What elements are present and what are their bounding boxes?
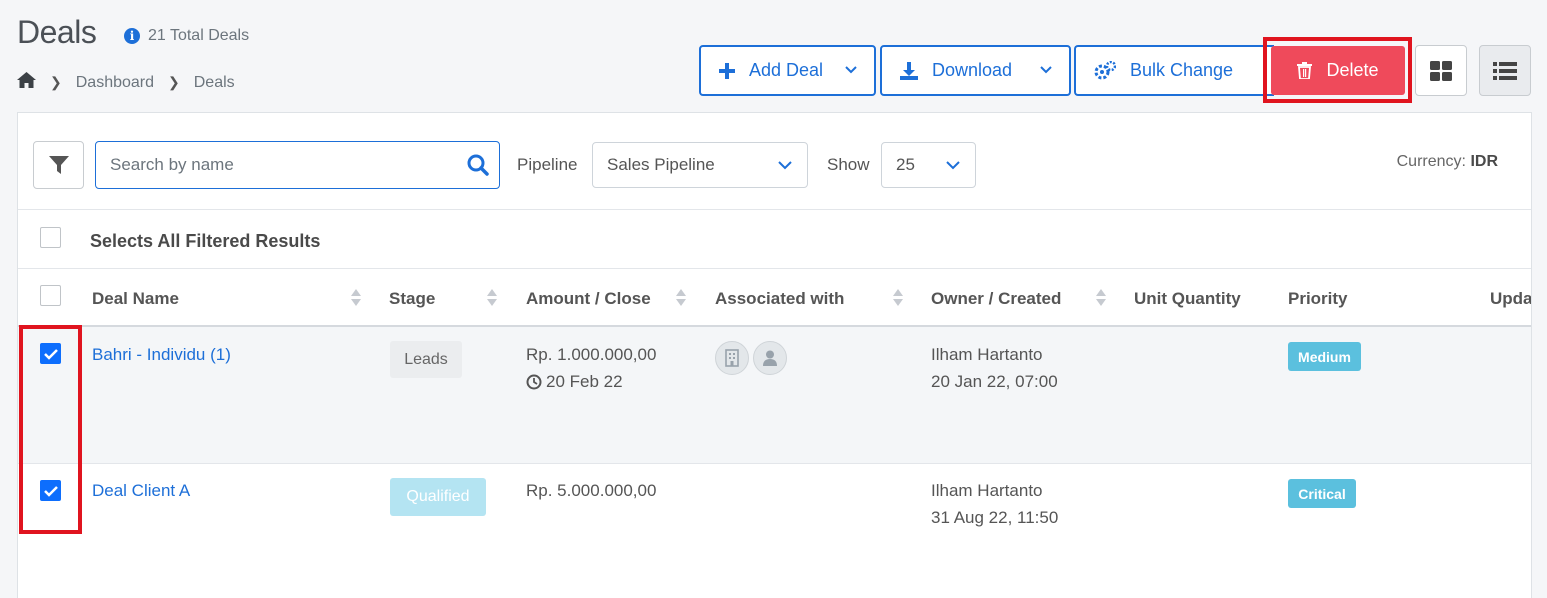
stage-badge: Leads	[390, 341, 462, 378]
deals-card: Pipeline Sales Pipeline Show 25 Currency…	[17, 112, 1532, 598]
divider	[18, 209, 1531, 210]
divider	[18, 268, 1531, 269]
owner-name: Ilham Hartanto	[931, 481, 1043, 500]
close-date: 20 Feb 22	[526, 372, 623, 392]
column-header-deal-name[interactable]: Deal Name	[92, 289, 179, 309]
plus-icon	[719, 62, 735, 79]
row-divider	[18, 463, 1531, 464]
grid-icon	[1430, 60, 1452, 81]
list-icon	[1493, 61, 1517, 80]
search-input[interactable]	[110, 155, 450, 175]
currency-display: Currency: IDR	[1397, 153, 1498, 171]
total-deals: i 21 Total Deals	[124, 27, 249, 45]
select-all-label: Selects All Filtered Results	[90, 231, 321, 251]
download-button[interactable]: Download	[880, 45, 1071, 96]
delete-button[interactable]: Delete	[1271, 46, 1405, 95]
chevron-down-icon	[845, 66, 857, 74]
deal-amount: Rp. 1.000.000,00	[526, 345, 657, 364]
toolbar: Add Deal Download Bulk Change Delete	[0, 37, 1547, 103]
list-view-button[interactable]	[1479, 45, 1531, 96]
stage-badge: Qualified	[390, 478, 486, 516]
delete-label: Delete	[1326, 60, 1379, 80]
gears-icon	[1094, 60, 1116, 79]
column-header-owner[interactable]: Owner / Created	[931, 289, 1061, 309]
priority-badge: Medium	[1288, 342, 1361, 371]
close-date-value: 20 Feb 22	[546, 372, 623, 391]
column-header-amount[interactable]: Amount / Close	[526, 289, 651, 309]
info-circle-icon: i	[124, 28, 140, 44]
column-header-unit-quantity[interactable]: Unit Quantity	[1134, 289, 1241, 309]
owner-name: Ilham Hartanto	[931, 345, 1043, 364]
column-header-associated[interactable]: Associated with	[715, 289, 844, 309]
show-label: Show	[827, 155, 870, 174]
person-icon	[763, 350, 777, 366]
deal-name-link[interactable]: Bahri - Individu (1)	[92, 345, 231, 365]
pipeline-value: Sales Pipeline	[607, 155, 715, 174]
grid-view-button[interactable]	[1415, 45, 1467, 96]
currency-label: Currency:	[1396, 153, 1466, 170]
search-icon[interactable]	[467, 154, 489, 176]
bulk-change-button[interactable]: Bulk Change	[1074, 45, 1274, 96]
chevron-down-icon	[778, 161, 792, 170]
show-value: 25	[896, 155, 915, 174]
pipeline-label: Pipeline	[517, 155, 578, 174]
checkbox-highlight	[19, 325, 82, 534]
chevron-down-icon	[1040, 66, 1052, 74]
filter-icon	[48, 156, 69, 174]
trash-icon	[1297, 62, 1313, 79]
total-deals-label: 21 Total Deals	[148, 27, 250, 44]
priority-badge: Critical	[1288, 479, 1356, 508]
created-date: 31 Aug 22, 11:50	[931, 508, 1059, 527]
currency-value: IDR	[1470, 153, 1498, 170]
deal-name-link[interactable]: Deal Client A	[92, 481, 190, 501]
company-icon	[725, 349, 739, 367]
associated-contact-avatar[interactable]	[753, 341, 787, 375]
header-checkbox[interactable]	[40, 285, 61, 306]
column-header-priority[interactable]: Priority	[1288, 289, 1348, 309]
show-select[interactable]: 25	[881, 142, 976, 188]
chevron-down-icon	[946, 161, 960, 170]
download-icon	[900, 61, 918, 80]
add-deal-label: Add Deal	[749, 60, 824, 80]
bulk-change-label: Bulk Change	[1130, 60, 1234, 80]
created-date: 20 Jan 22, 07:00	[931, 372, 1058, 391]
deal-amount: Rp. 5.000.000,00	[526, 481, 657, 500]
add-deal-button[interactable]: Add Deal	[699, 45, 876, 96]
column-header-stage[interactable]: Stage	[389, 289, 435, 309]
column-header-updated[interactable]: Upda	[1490, 289, 1531, 309]
filter-button[interactable]	[33, 141, 84, 189]
select-all-checkbox[interactable]	[40, 227, 61, 248]
clock-icon	[526, 374, 542, 390]
associated-company-avatar[interactable]	[715, 341, 749, 375]
pipeline-select[interactable]: Sales Pipeline	[592, 142, 808, 188]
search-field[interactable]	[95, 141, 500, 189]
download-label: Download	[932, 60, 1013, 80]
